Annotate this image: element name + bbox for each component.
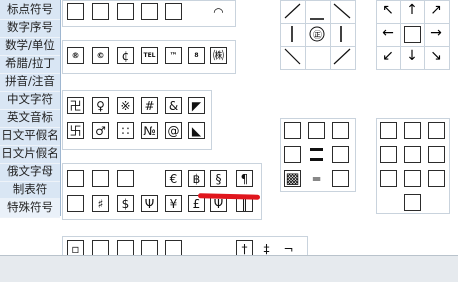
- symbol-cell-sharp[interactable]: ♯: [92, 195, 109, 212]
- symbol-cell[interactable]: [67, 3, 84, 20]
- arrow-up-right-icon[interactable]: ↗: [426, 2, 446, 20]
- symbol-cell-euro[interactable]: €: [165, 170, 182, 187]
- box-cell[interactable]: [308, 122, 325, 139]
- box-cell[interactable]: [332, 170, 349, 187]
- arrow-left-icon[interactable]: ←: [378, 25, 398, 43]
- box-cell[interactable]: [380, 122, 397, 139]
- box-cell[interactable]: [380, 170, 397, 187]
- sidebar-tab-special-symbols[interactable]: 特殊符号: [0, 198, 60, 218]
- checkered-box-cell[interactable]: ▩: [284, 170, 301, 187]
- symbol-cell-arc[interactable]: ◠: [210, 3, 227, 20]
- symbol-cell-triangle-tl[interactable]: ◤: [188, 97, 205, 114]
- symbol-cell-cent[interactable]: ¢: [117, 47, 134, 64]
- symbol-cell[interactable]: [141, 3, 158, 20]
- box-cell[interactable]: [404, 170, 421, 187]
- symbol-cell-dollar[interactable]: $: [117, 195, 134, 212]
- sidebar-tab-punctuation[interactable]: 标点符号: [0, 0, 60, 20]
- symbol-cell-dots[interactable]: ∷: [117, 122, 134, 139]
- box-cell[interactable]: [404, 122, 421, 139]
- symbol-cell-copyright[interactable]: ©: [92, 47, 109, 64]
- arrow-right-icon[interactable]: →: [426, 25, 446, 43]
- sidebar-tab-russian[interactable]: 俄文字母: [0, 162, 60, 182]
- symbol-cell[interactable]: [67, 195, 84, 212]
- arrow-center-cell[interactable]: [404, 26, 421, 43]
- sidebar-tab-hiragana[interactable]: 日文平假名: [0, 126, 60, 146]
- bottom-status-bar: [0, 255, 458, 282]
- double-bar-cell[interactable]: [308, 146, 325, 163]
- symbol-cell-male[interactable]: ♂: [92, 122, 109, 139]
- sidebar-tab-chinese-chars[interactable]: 中文字符: [0, 90, 60, 110]
- symbol-cell-eight[interactable]: 8: [188, 47, 205, 64]
- symbol-cell-numero[interactable]: №: [141, 122, 158, 139]
- symbol-cell-trademark[interactable]: ™: [165, 47, 182, 64]
- symbol-cell-manji[interactable]: 卍: [67, 97, 84, 114]
- center-seal-symbol[interactable]: ㊣: [310, 27, 325, 42]
- symbol-cell-tel[interactable]: TEL: [141, 47, 158, 64]
- symbol-cell-triangle-bl[interactable]: ◣: [188, 122, 205, 139]
- box-cell[interactable]: [380, 146, 397, 163]
- sidebar-tab-box-drawing[interactable]: 制表符: [0, 180, 60, 200]
- symbol-cell-reference[interactable]: ※: [117, 97, 134, 114]
- symbol-cell-baht[interactable]: ฿: [188, 170, 205, 187]
- arrow-up-left-icon[interactable]: ↖: [378, 2, 398, 20]
- double-line-cell[interactable]: ═: [308, 170, 325, 187]
- box-cell[interactable]: [404, 146, 421, 163]
- symbol-cell[interactable]: [67, 170, 84, 187]
- symbol-cell-swastika[interactable]: 卐: [67, 122, 84, 139]
- sidebar-tab-math-units[interactable]: 数学/单位: [0, 36, 60, 56]
- symbol-cell-hash[interactable]: #: [141, 97, 158, 114]
- box-cell[interactable]: [284, 146, 301, 163]
- symbol-cell-ampersand[interactable]: &: [165, 97, 182, 114]
- symbol-cell-pilcrow[interactable]: ¶: [236, 170, 253, 187]
- symbol-cell[interactable]: [165, 3, 182, 20]
- arrow-down-right-icon[interactable]: ↘: [426, 48, 446, 66]
- symbol-category-sidebar: 标点符号 数字序号 数学/单位 希腊/拉丁 拼音/注音 中文字符 英文音标 日文…: [0, 0, 61, 218]
- arrow-down-icon[interactable]: ↓: [402, 48, 422, 66]
- sidebar-tab-english-phonetic[interactable]: 英文音标: [0, 108, 60, 128]
- sidebar-tab-greek-latin[interactable]: 希腊/拉丁: [0, 54, 60, 74]
- symbol-cell-female[interactable]: ♀: [92, 97, 109, 114]
- sidebar-tab-pinyin[interactable]: 拼音/注音: [0, 72, 60, 92]
- box-cell[interactable]: [428, 146, 445, 163]
- symbol-cell-at[interactable]: @: [165, 122, 182, 139]
- box-cell[interactable]: [332, 122, 349, 139]
- box-cell[interactable]: [428, 122, 445, 139]
- symbol-cell-psi[interactable]: Ψ: [141, 195, 158, 212]
- symbol-cell[interactable]: [117, 170, 134, 187]
- symbol-cell-registered[interactable]: ®: [67, 47, 84, 64]
- symbol-cell[interactable]: [117, 3, 134, 20]
- symbol-cell-corp[interactable]: ㈱: [210, 47, 227, 64]
- box-cell[interactable]: [284, 122, 301, 139]
- arrow-down-left-icon[interactable]: ↙: [378, 48, 398, 66]
- arrow-up-icon[interactable]: ↑: [402, 2, 422, 20]
- box-cell[interactable]: [332, 146, 349, 163]
- sidebar-tab-number-sequence[interactable]: 数字序号: [0, 18, 60, 38]
- sidebar-tab-katakana[interactable]: 日文片假名: [0, 144, 60, 164]
- symbol-cell[interactable]: [92, 3, 109, 20]
- symbol-cell[interactable]: [92, 170, 109, 187]
- symbol-cell-yen[interactable]: ¥: [165, 195, 182, 212]
- symbol-cell-section[interactable]: §: [210, 170, 227, 187]
- box-cell[interactable]: [428, 170, 445, 187]
- box-cell[interactable]: [404, 194, 421, 211]
